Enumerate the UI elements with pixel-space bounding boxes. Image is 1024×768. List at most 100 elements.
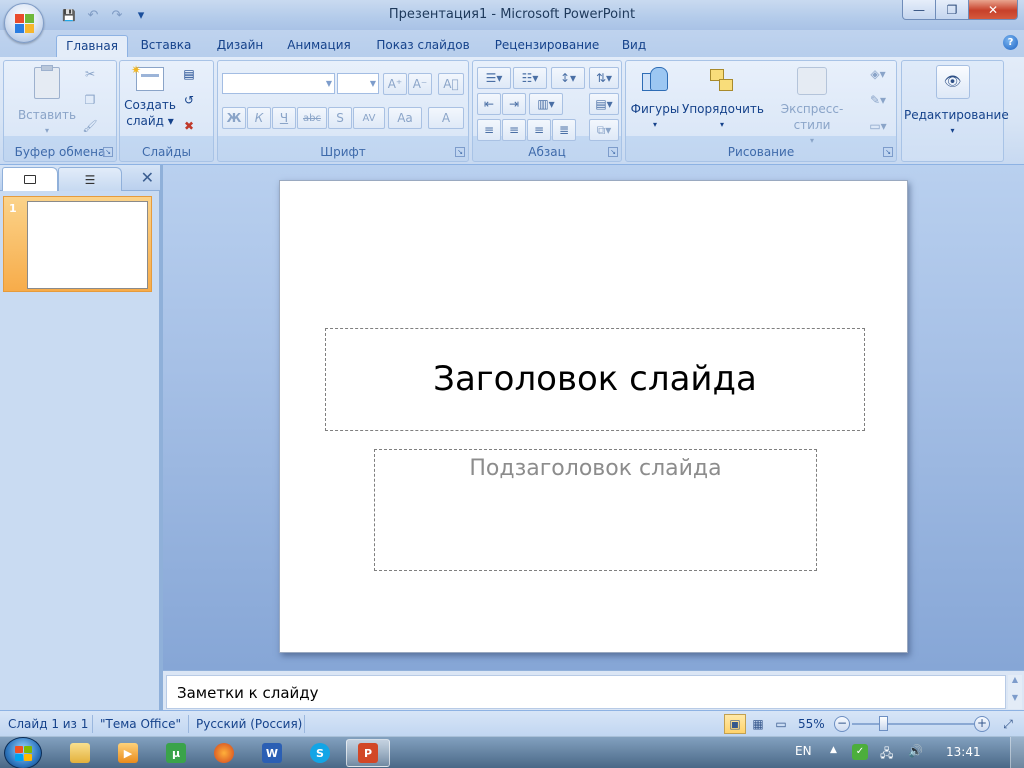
paste-icon (34, 65, 60, 99)
normal-view-button[interactable]: ▣ (724, 714, 746, 734)
media-player-taskbar-button[interactable]: ▶ (106, 739, 150, 767)
title-placeholder[interactable]: Заголовок слайда (325, 328, 865, 431)
notes-scrollbar[interactable]: ▲ ▼ (1008, 675, 1022, 709)
slides-tab[interactable] (2, 167, 58, 191)
reset-slide-icon[interactable]: ↺ (180, 92, 198, 108)
tab-slide-show[interactable]: Показ слайдов (370, 35, 476, 58)
zoom-slider-thumb[interactable] (879, 716, 888, 731)
input-language-indicator[interactable]: EN (795, 744, 812, 758)
slide-thumbnail-selected[interactable]: 1 (3, 196, 152, 292)
font-size-combo[interactable]: ▼ (337, 73, 379, 94)
utorrent-taskbar-button[interactable]: µ (154, 739, 198, 767)
slide-sorter-view-button[interactable]: ▦ (747, 714, 769, 734)
security-tray-icon[interactable]: ✓ (852, 744, 868, 760)
increase-indent-button[interactable]: ⇥ (502, 93, 526, 115)
shape-outline-icon[interactable]: ✎▾ (864, 92, 892, 108)
close-button[interactable]: ✕ (968, 0, 1018, 20)
font-name-combo[interactable]: ▼ (222, 73, 335, 94)
clipboard-launcher-icon[interactable]: ↘ (103, 147, 113, 157)
delete-slide-icon[interactable]: ✖ (180, 118, 198, 134)
outline-tab[interactable]: ☰ (58, 167, 122, 191)
tab-home[interactable]: Главная (56, 35, 128, 58)
bullets-button[interactable]: ☰▾ (477, 67, 511, 89)
italic-button[interactable]: К (247, 107, 271, 129)
shadow-button[interactable]: S (328, 107, 352, 129)
office-logo-icon (15, 14, 35, 34)
paste-button[interactable]: Вставить ▾ (14, 65, 80, 139)
align-center-button[interactable]: ≡ (502, 119, 526, 141)
grow-font-button[interactable]: A⁺ (383, 73, 407, 95)
align-text-button[interactable]: ▤▾ (589, 93, 619, 115)
char-spacing-button[interactable]: AV (353, 107, 385, 129)
notes-input[interactable]: Заметки к слайду (166, 675, 1006, 709)
tab-review[interactable]: Рецензирование (488, 35, 606, 58)
volume-tray-icon[interactable]: 🔊 (908, 744, 923, 758)
change-case-button[interactable]: Aa (388, 107, 422, 129)
show-desktop-button[interactable] (1010, 737, 1024, 768)
tab-animation[interactable]: Анимация (282, 35, 356, 58)
subtitle-placeholder[interactable]: Подзаголовок слайда (374, 449, 817, 571)
word-taskbar-button[interactable]: W (250, 739, 294, 767)
smartart-button[interactable]: ⧉▾ (589, 119, 619, 141)
network-tray-icon[interactable]: 🖧 (880, 744, 893, 765)
tab-view[interactable]: Вид (616, 35, 652, 58)
explorer-taskbar-button[interactable] (58, 739, 102, 767)
close-pane-icon[interactable]: ✕ (141, 168, 154, 187)
zoom-slider-track[interactable] (852, 723, 974, 725)
theme-name[interactable]: "Тема Office" (100, 717, 181, 731)
shrink-font-button[interactable]: A⁻ (408, 73, 432, 95)
cut-icon[interactable]: ✂ (81, 66, 99, 82)
start-button[interactable] (4, 737, 42, 768)
decrease-indent-button[interactable]: ⇤ (477, 93, 501, 115)
fit-to-window-button[interactable]: ⤢ (998, 714, 1018, 734)
columns-button[interactable]: ▥▾ (529, 93, 563, 115)
minimize-button[interactable]: — (902, 0, 936, 20)
office-button[interactable] (4, 3, 44, 43)
new-slide-button[interactable]: ✷ Создать слайд ▾ (123, 63, 177, 143)
editing-group: 👁 Редактирование ▾ (901, 60, 1009, 162)
language-indicator[interactable]: Русский (Россия) (196, 717, 302, 731)
format-painter-icon[interactable]: 🖌 (81, 118, 99, 134)
shape-fill-icon[interactable]: ◈▾ (864, 66, 892, 82)
shape-effects-icon[interactable]: ▭▾ (864, 118, 892, 134)
layout-icon[interactable]: ▤ (180, 66, 198, 82)
strikethrough-button[interactable]: abc (297, 107, 327, 129)
line-spacing-button[interactable]: ↕▾ (551, 67, 585, 89)
powerpoint-taskbar-button[interactable]: P (346, 739, 390, 767)
editing-button[interactable]: 👁 Редактирование ▾ (904, 65, 1009, 145)
numbering-button[interactable]: ☷▾ (513, 67, 547, 89)
arrange-icon (707, 67, 737, 95)
paragraph-launcher-icon[interactable]: ↘ (608, 147, 618, 157)
drawing-launcher-icon[interactable]: ↘ (883, 147, 893, 157)
window-controls: — ❐ ✕ (902, 0, 1018, 20)
help-icon[interactable]: ? (1003, 35, 1018, 50)
utorrent-icon: µ (166, 743, 186, 763)
slide-thumbnail[interactable] (27, 201, 148, 289)
underline-button[interactable]: Ч (272, 107, 296, 129)
zoom-level[interactable]: 55% (798, 717, 825, 731)
quick-styles-button[interactable]: Экспресс-стили ▾ (764, 67, 860, 145)
font-color-button[interactable]: A (428, 107, 464, 129)
align-right-button[interactable]: ≡ (527, 119, 551, 141)
tab-design[interactable]: Дизайн (208, 35, 272, 58)
text-direction-button[interactable]: ⇅▾ (589, 67, 619, 89)
clock[interactable]: 13:41 (946, 745, 981, 759)
clear-format-button[interactable]: A⃠ (438, 73, 464, 95)
maximize-button[interactable]: ❐ (935, 0, 969, 20)
skype-taskbar-button[interactable]: S (298, 739, 342, 767)
copy-icon[interactable]: ❐ (81, 92, 99, 108)
slide-canvas[interactable]: Заголовок слайда Подзаголовок слайда (279, 180, 908, 653)
slide-show-view-button[interactable]: ▭ (770, 714, 792, 734)
firefox-taskbar-button[interactable] (202, 739, 246, 767)
arrange-button[interactable]: Упорядочить ▾ (682, 67, 764, 143)
justify-button[interactable]: ≣ (552, 119, 576, 141)
shapes-button[interactable]: Фигуры ▾ (630, 67, 680, 143)
zoom-out-button[interactable]: − (834, 716, 850, 732)
tab-insert[interactable]: Вставка (136, 35, 196, 58)
align-left-button[interactable]: ≡ (477, 119, 501, 141)
slides-pane: ☰ ✕ 1 (0, 165, 160, 710)
bold-button[interactable]: Ж (222, 107, 246, 129)
zoom-in-button[interactable]: + (974, 716, 990, 732)
font-launcher-icon[interactable]: ↘ (455, 147, 465, 157)
show-hidden-icons-icon[interactable]: ▲ (830, 745, 837, 755)
